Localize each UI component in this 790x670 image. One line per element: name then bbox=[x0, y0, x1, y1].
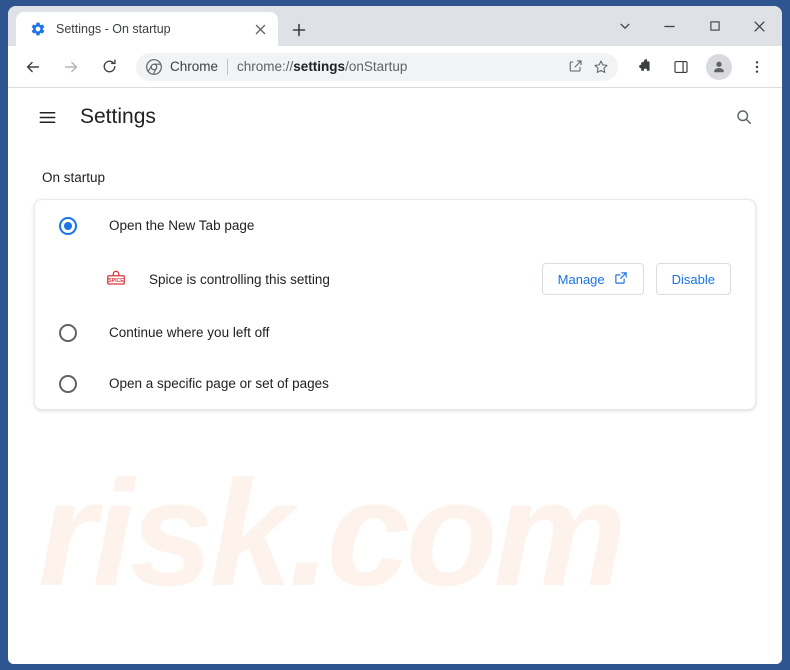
omnibox-url: chrome://settings/onStartup bbox=[237, 59, 562, 74]
spice-extension-icon: SPICE bbox=[105, 268, 127, 290]
radio-specific-page[interactable] bbox=[59, 375, 77, 393]
on-startup-card: Open the New Tab page SPICE Spice is con… bbox=[34, 199, 756, 410]
startup-option-continue[interactable]: Continue where you left off bbox=[35, 307, 755, 358]
disable-button[interactable]: Disable bbox=[656, 263, 731, 295]
chrome-menu-icon[interactable] bbox=[742, 52, 772, 82]
extensions-puzzle-icon[interactable] bbox=[628, 52, 658, 82]
browser-tab-settings[interactable]: Settings - On startup bbox=[16, 12, 278, 46]
settings-header: Settings bbox=[8, 88, 782, 146]
address-bar[interactable]: Chrome chrome://settings/onStartup bbox=[136, 53, 618, 81]
settings-page: PC risk.com Settings On startup bbox=[8, 88, 782, 664]
extension-control-notice: SPICE Spice is controlling this setting … bbox=[35, 251, 755, 307]
url-suffix: /onStartup bbox=[345, 59, 407, 74]
reload-icon[interactable] bbox=[94, 52, 124, 82]
chrome-logo-icon bbox=[146, 59, 162, 75]
startup-option-specific-page[interactable]: Open a specific page or set of pages bbox=[35, 358, 755, 409]
omnibox-actions bbox=[562, 54, 614, 80]
page-title: Settings bbox=[80, 105, 728, 129]
bookmark-star-icon[interactable] bbox=[588, 54, 614, 80]
svg-text:SPICE: SPICE bbox=[108, 278, 124, 284]
back-icon[interactable] bbox=[18, 52, 48, 82]
option-label: Open a specific page or set of pages bbox=[109, 376, 329, 391]
browser-toolbar: Chrome chrome://settings/onStartup bbox=[8, 46, 782, 88]
share-icon[interactable] bbox=[562, 54, 588, 80]
settings-gear-icon bbox=[30, 21, 46, 37]
hamburger-menu-icon[interactable] bbox=[32, 102, 62, 132]
radio-continue[interactable] bbox=[59, 324, 77, 342]
section-heading: On startup bbox=[42, 170, 756, 185]
close-button[interactable] bbox=[737, 9, 782, 43]
option-label: Open the New Tab page bbox=[109, 218, 254, 233]
minimize-button[interactable] bbox=[647, 9, 692, 43]
url-prefix: chrome:// bbox=[237, 59, 293, 74]
new-tab-button[interactable] bbox=[286, 17, 312, 43]
url-bold: settings bbox=[293, 59, 345, 74]
side-panel-icon[interactable] bbox=[666, 52, 696, 82]
option-label: Continue where you left off bbox=[109, 325, 269, 340]
omnibox-separator bbox=[227, 59, 228, 75]
external-link-icon bbox=[614, 271, 628, 288]
profile-avatar[interactable] bbox=[704, 52, 734, 82]
tab-title: Settings - On startup bbox=[56, 22, 250, 36]
radio-new-tab[interactable] bbox=[59, 217, 77, 235]
watermark-bottom-text: risk.com bbox=[38, 458, 623, 608]
tab-search-button[interactable] bbox=[602, 9, 647, 43]
window-controls bbox=[602, 6, 782, 46]
omnibox-site-label: Chrome bbox=[170, 59, 218, 74]
settings-content: On startup Open the New Tab page SPICE bbox=[8, 170, 782, 410]
forward-icon[interactable] bbox=[56, 52, 86, 82]
startup-option-new-tab[interactable]: Open the New Tab page bbox=[35, 200, 755, 251]
maximize-button[interactable] bbox=[692, 9, 737, 43]
avatar bbox=[706, 54, 732, 80]
browser-window: Settings - On startup bbox=[8, 6, 782, 664]
manage-button[interactable]: Manage bbox=[542, 263, 644, 295]
close-tab-icon[interactable] bbox=[250, 19, 270, 39]
extension-notice-text: Spice is controlling this setting bbox=[149, 272, 542, 287]
search-icon[interactable] bbox=[728, 101, 760, 133]
manage-button-label: Manage bbox=[558, 272, 605, 287]
tab-strip: Settings - On startup bbox=[8, 6, 782, 46]
disable-button-label: Disable bbox=[672, 272, 715, 287]
extension-actions: Manage Disable bbox=[542, 263, 731, 295]
